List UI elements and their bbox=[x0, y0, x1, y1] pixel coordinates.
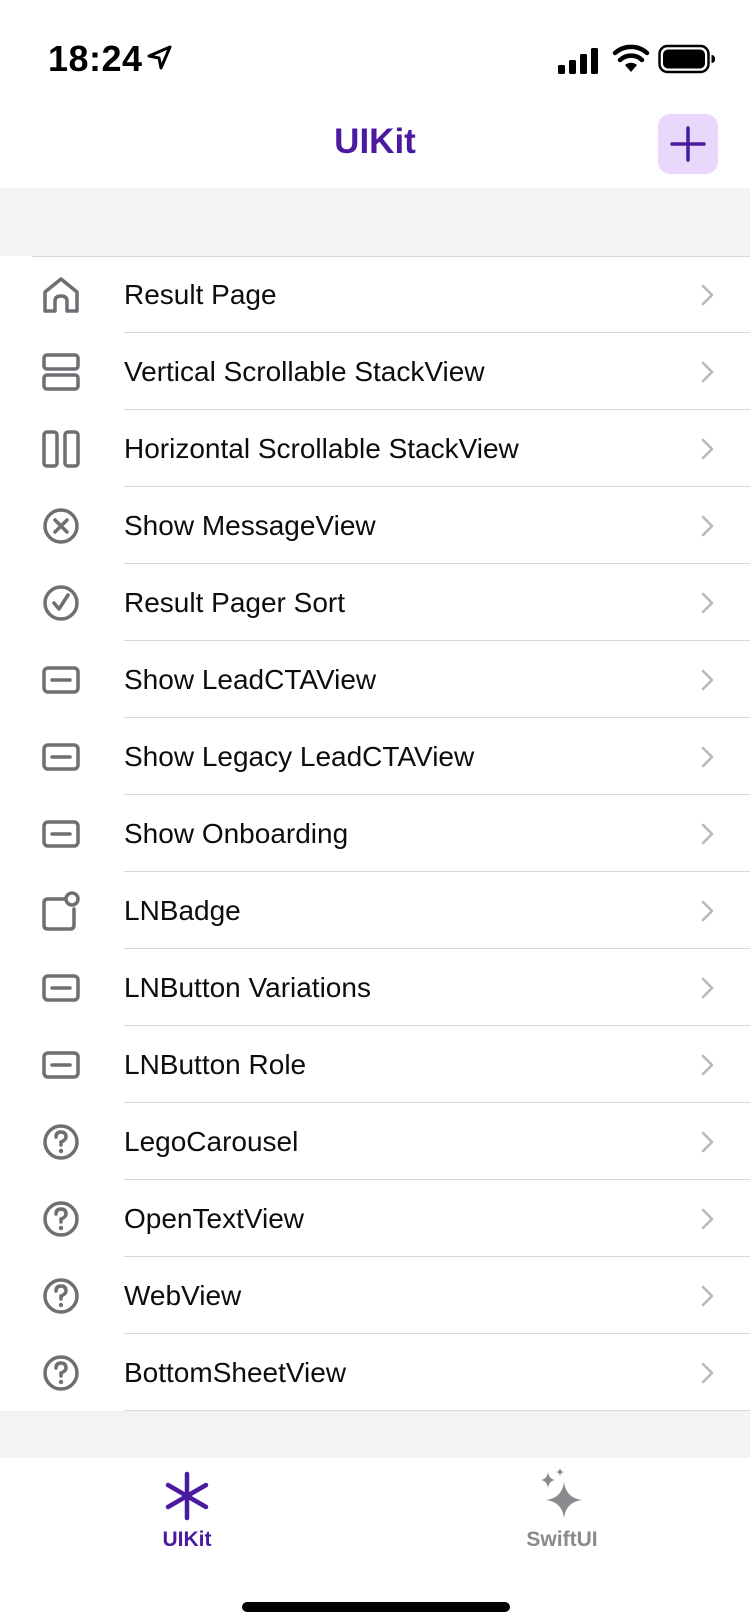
badge-icon bbox=[40, 891, 82, 931]
page-title: UIKit bbox=[334, 122, 416, 161]
rows-icon bbox=[40, 352, 82, 392]
plus-icon bbox=[670, 126, 706, 162]
button-rect-icon bbox=[40, 660, 82, 700]
tab-uikit[interactable]: UIKit bbox=[87, 1458, 287, 1568]
list-item[interactable]: BottomSheetView bbox=[0, 1334, 750, 1411]
columns-icon bbox=[40, 429, 82, 469]
house-icon bbox=[40, 275, 82, 315]
list-background: Result Page Vertical Scrollable StackView… bbox=[0, 188, 750, 1458]
list-item-label: Show Onboarding bbox=[124, 818, 349, 849]
chevron-right-icon bbox=[701, 438, 714, 460]
chevron-right-icon bbox=[701, 361, 714, 383]
list-item[interactable]: LNButton Variations bbox=[0, 949, 750, 1026]
chevron-right-icon bbox=[701, 823, 714, 845]
add-button[interactable] bbox=[658, 114, 718, 174]
asterisk-icon bbox=[165, 1471, 209, 1521]
list-item[interactable]: LNButton Role bbox=[0, 1026, 750, 1103]
list-item[interactable]: Result Page bbox=[0, 256, 750, 333]
wifi-icon bbox=[612, 44, 650, 72]
button-rect-icon bbox=[40, 814, 82, 854]
row-separator bbox=[124, 1410, 750, 1411]
signal-icon bbox=[558, 48, 598, 74]
chevron-right-icon bbox=[701, 515, 714, 537]
list-item[interactable]: Show LeadCTAView bbox=[0, 641, 750, 718]
list-item-label: Horizontal Scrollable StackView bbox=[124, 433, 519, 464]
list-item-label: Result Page bbox=[124, 279, 277, 310]
chevron-right-icon bbox=[701, 900, 714, 922]
list-item-label: LNButton Variations bbox=[124, 972, 371, 1003]
list-item-label: WebView bbox=[124, 1280, 242, 1311]
checkmark-circle-icon bbox=[40, 583, 82, 623]
menu-list: Result Page Vertical Scrollable StackView… bbox=[0, 256, 750, 1411]
list-item-label: LNBadge bbox=[124, 895, 241, 926]
list-item-label: LNButton Role bbox=[124, 1049, 307, 1080]
list-item-label: OpenTextView bbox=[124, 1203, 305, 1234]
list-item[interactable]: LegoCarousel bbox=[0, 1103, 750, 1180]
navigation-bar: UIKit bbox=[0, 110, 750, 188]
x-circle-icon bbox=[40, 506, 82, 546]
chevron-right-icon bbox=[701, 284, 714, 306]
list-item[interactable]: Show Legacy LeadCTAView bbox=[0, 718, 750, 795]
button-rect-icon bbox=[40, 737, 82, 777]
chevron-right-icon bbox=[701, 977, 714, 999]
chevron-right-icon bbox=[701, 669, 714, 691]
tab-swiftui-label: SwiftUI bbox=[526, 1528, 598, 1551]
button-rect-icon bbox=[40, 968, 82, 1008]
question-circle-icon bbox=[40, 1353, 82, 1393]
chevron-right-icon bbox=[701, 1131, 714, 1153]
list-item[interactable]: Show MessageView bbox=[0, 487, 750, 564]
list-item[interactable]: LNBadge bbox=[0, 872, 750, 949]
list-item[interactable]: Result Pager Sort bbox=[0, 564, 750, 641]
list-item[interactable]: Show Onboarding bbox=[0, 795, 750, 872]
tab-uikit-label: UIKit bbox=[162, 1528, 212, 1551]
sparkles-icon bbox=[541, 1468, 582, 1518]
chevron-right-icon bbox=[701, 1285, 714, 1307]
list-top-separator bbox=[32, 256, 750, 257]
chevron-right-icon bbox=[701, 1208, 714, 1230]
chevron-right-icon bbox=[701, 1054, 714, 1076]
list-item-label: LegoCarousel bbox=[124, 1126, 299, 1157]
list-item-label: Show LeadCTAView bbox=[124, 664, 377, 695]
list-item[interactable]: WebView bbox=[0, 1257, 750, 1334]
location-arrow-icon bbox=[147, 45, 172, 70]
list-item-label: Show MessageView bbox=[124, 510, 376, 541]
list-item-label: Vertical Scrollable StackView bbox=[124, 356, 485, 387]
status-time: 18:24 bbox=[48, 38, 143, 79]
list-item-label: Show Legacy LeadCTAView bbox=[124, 741, 475, 772]
chevron-right-icon bbox=[701, 592, 714, 614]
question-circle-icon bbox=[40, 1122, 82, 1162]
chevron-right-icon bbox=[701, 1362, 714, 1384]
button-rect-icon bbox=[40, 1045, 82, 1085]
question-circle-icon bbox=[40, 1276, 82, 1316]
question-circle-icon bbox=[40, 1199, 82, 1239]
chevron-right-icon bbox=[701, 746, 714, 768]
list-item-label: Result Pager Sort bbox=[124, 587, 345, 618]
tab-swiftui[interactable]: SwiftUI bbox=[462, 1458, 662, 1568]
list-item[interactable]: OpenTextView bbox=[0, 1180, 750, 1257]
list-item[interactable]: Horizontal Scrollable StackView bbox=[0, 410, 750, 487]
home-indicator bbox=[242, 1602, 510, 1612]
tab-bar: UIKit SwiftUI bbox=[0, 1458, 750, 1624]
battery-icon bbox=[658, 44, 715, 74]
status-bar: 18:24 bbox=[0, 0, 750, 110]
list-item-label: BottomSheetView bbox=[124, 1357, 347, 1388]
list-item[interactable]: Vertical Scrollable StackView bbox=[0, 333, 750, 410]
